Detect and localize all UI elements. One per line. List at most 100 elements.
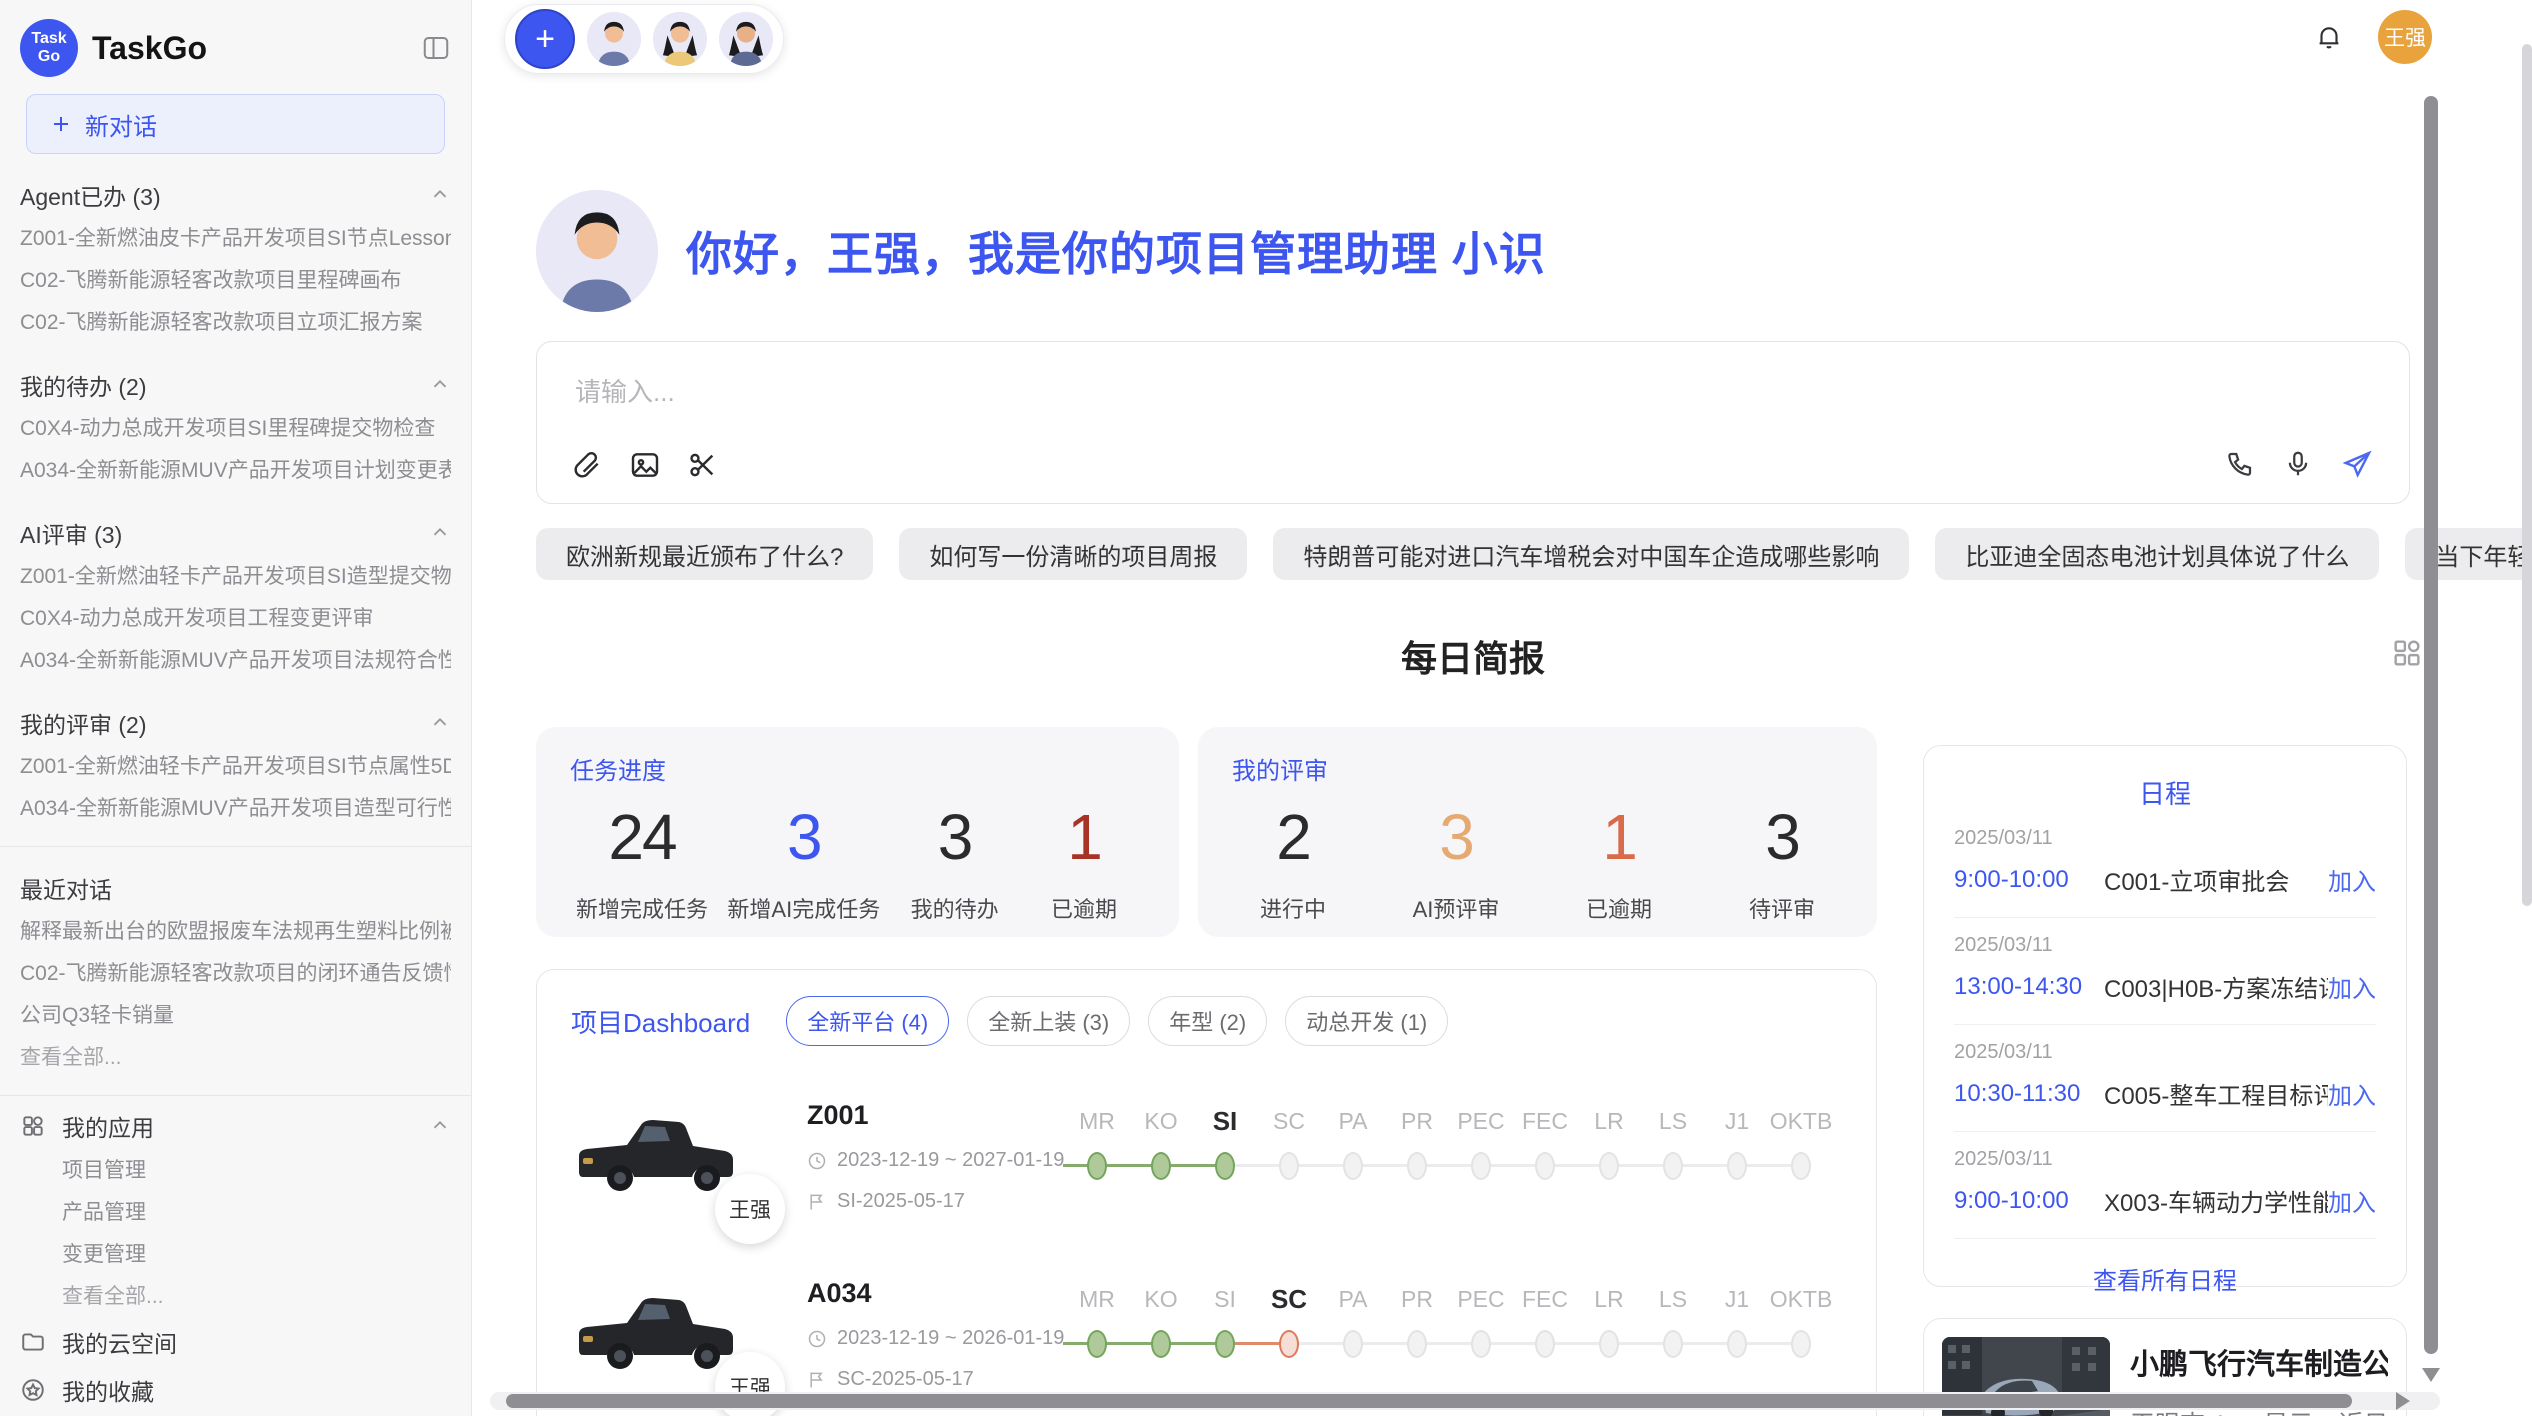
chevron-up-icon bbox=[429, 522, 451, 544]
section-label: 我的评审 (2) bbox=[20, 706, 429, 740]
sidebar-task-item[interactable]: C02-飞腾新能源轻客改款项目里程碑画布 bbox=[20, 260, 451, 302]
join-link[interactable]: 加入 bbox=[2328, 969, 2376, 1004]
sidebar-section-header[interactable]: AI评审 (3) bbox=[20, 510, 451, 556]
join-link[interactable]: 加入 bbox=[2328, 1076, 2376, 1111]
milestone-timeline: MRKOSISCPAPRPECFECLRLSJ1OKTB bbox=[1077, 1104, 1842, 1224]
microphone-icon[interactable] bbox=[2283, 449, 2315, 481]
chevron-up-icon bbox=[429, 712, 451, 734]
milestone-label: SI bbox=[1193, 1282, 1257, 1316]
layout-grid-icon[interactable] bbox=[2390, 636, 2424, 670]
milestone-node bbox=[1727, 1330, 1747, 1358]
project-flag: SI-2025-05-17 bbox=[807, 1190, 1077, 1213]
sidebar-section-header[interactable]: 我的待办 (2) bbox=[20, 362, 451, 408]
sidebar-task-item[interactable]: C02-飞腾新能源轻客改款项目立项汇报方案 bbox=[20, 302, 451, 344]
daily-brief-title: 每日简报 bbox=[536, 630, 2410, 682]
app-item[interactable]: 项目管理 bbox=[20, 1150, 451, 1192]
sidebar-task-item[interactable]: A034-全新新能源MUV产品开发项目法规符合性评审 bbox=[20, 640, 451, 682]
milestone-node bbox=[1599, 1330, 1619, 1358]
milestone-timeline: MRKOSISCPAPRPECFECLRLSJ1OKTB bbox=[1077, 1282, 1842, 1402]
sidebar-task-item[interactable]: Z001-全新燃油皮卡产品开发项目SI节点Lesson Learn报告 bbox=[20, 218, 451, 260]
sidebar-section-header[interactable]: Agent已办 (3) bbox=[20, 172, 451, 218]
new-chat-button[interactable]: 新对话 bbox=[26, 94, 445, 154]
agent-avatar-2[interactable] bbox=[653, 12, 707, 66]
timeline-segment bbox=[1617, 1342, 1665, 1345]
scroll-down-arrow[interactable] bbox=[2422, 1368, 2440, 1382]
project-row[interactable]: 王强A0342023-12-19 ~ 2026-01-19SC-2025-05-… bbox=[571, 1278, 1842, 1402]
user-avatar[interactable]: 王强 bbox=[2378, 10, 2432, 64]
sidebar-collapse-icon[interactable] bbox=[421, 33, 451, 63]
recent-chats-header: 最近对话 bbox=[20, 865, 451, 911]
sidebar-task-item[interactable]: A034-全新新能源MUV产品开发项目计划变更表编写 bbox=[20, 450, 451, 492]
apps-view-all[interactable]: 查看全部... bbox=[20, 1276, 451, 1318]
recent-view-all[interactable]: 查看全部... bbox=[20, 1037, 451, 1079]
notification-bell-icon[interactable] bbox=[2314, 22, 2344, 52]
milestone-label: J1 bbox=[1705, 1282, 1769, 1316]
view-all-schedule-link[interactable]: 查看所有日程 bbox=[1954, 1261, 2376, 1296]
sidebar-section-header[interactable]: 我的评审 (2) bbox=[20, 700, 451, 746]
schedule-title: 日程 bbox=[1954, 774, 2376, 811]
schedule-item: 2025/03/119:00-10:00X003-车辆动力学性能验...加入 bbox=[1954, 1132, 2376, 1239]
logo-line1: Task bbox=[31, 30, 66, 48]
sidebar: Task Go TaskGo 新对话 Agent已办 (3)Z001-全新燃油皮… bbox=[0, 0, 472, 1416]
scroll-right-arrow[interactable] bbox=[2396, 1392, 2410, 1410]
agent-avatar-3[interactable] bbox=[719, 12, 773, 66]
timeline-segment bbox=[1745, 1164, 1793, 1167]
stat-label: 新增完成任务 bbox=[576, 892, 708, 924]
stat-label: 已逾期 bbox=[1586, 892, 1652, 924]
join-link[interactable]: 加入 bbox=[2328, 862, 2376, 897]
window-scrollbar[interactable] bbox=[2522, 44, 2532, 906]
app-item[interactable]: 变更管理 bbox=[20, 1234, 451, 1276]
attachment-icon[interactable] bbox=[571, 449, 603, 481]
image-icon[interactable] bbox=[629, 449, 661, 481]
schedule-date: 2025/03/11 bbox=[1954, 1041, 2376, 1064]
timeline-segment bbox=[1553, 1342, 1601, 1345]
dashboard-filter-pill[interactable]: 全新上装 (3) bbox=[967, 996, 1130, 1046]
send-icon[interactable] bbox=[2341, 449, 2373, 481]
add-agent-button[interactable]: + bbox=[515, 9, 575, 69]
sidebar-item-favorites[interactable]: 我的收藏 bbox=[20, 1366, 451, 1414]
schedule-date: 2025/03/11 bbox=[1954, 934, 2376, 957]
recent-chat-item[interactable]: C02-飞腾新能源轻客改款项目的闭环通告反馈情况 bbox=[20, 953, 451, 995]
input-placeholder: 请输入... bbox=[575, 372, 675, 409]
sidebar-task-item[interactable]: Z001-全新燃油轻卡产品开发项目SI节点属性5D文件评审 bbox=[20, 746, 451, 788]
task-progress-card: 任务进度 24新增完成任务3新增AI完成任务3我的待办1已逾期 bbox=[536, 727, 1179, 937]
agent-avatar-1[interactable] bbox=[587, 12, 641, 66]
milestone-node bbox=[1407, 1330, 1427, 1358]
recent-chat-item[interactable]: 公司Q3轻卡销量 bbox=[20, 995, 451, 1037]
horizontal-scrollbar-thumb[interactable] bbox=[506, 1394, 2352, 1408]
milestone: PR bbox=[1385, 1282, 1449, 1358]
folder-icon bbox=[20, 1329, 46, 1355]
sidebar-task-item[interactable]: C0X4-动力总成开发项目工程变更评审 bbox=[20, 598, 451, 640]
app-item[interactable]: 产品管理 bbox=[20, 1192, 451, 1234]
schedule-name: C005-整车工程目标评审 bbox=[2104, 1076, 2328, 1111]
sidebar-item-my-apps[interactable]: 我的应用 bbox=[20, 1102, 451, 1150]
sidebar-item-cloud-space[interactable]: 我的云空间 bbox=[20, 1318, 451, 1366]
chevron-up-icon bbox=[429, 374, 451, 396]
suggestion-chip[interactable]: 比亚迪全固态电池计划具体说了什么 bbox=[1935, 528, 2379, 580]
dashboard-filter-pill[interactable]: 年型 (2) bbox=[1148, 996, 1267, 1046]
dashboard-filter-pill[interactable]: 动总开发 (1) bbox=[1285, 996, 1448, 1046]
join-link[interactable]: 加入 bbox=[2328, 1183, 2376, 1218]
milestone: LS bbox=[1641, 1104, 1705, 1180]
schedule-date: 2025/03/11 bbox=[1954, 1148, 2376, 1171]
milestone-label: LR bbox=[1577, 1282, 1641, 1316]
dashboard-filter-pill[interactable]: 全新平台 (4) bbox=[786, 996, 949, 1046]
message-input[interactable]: 请输入... bbox=[536, 341, 2410, 504]
schedule-line: 13:00-14:30C003|H0B-方案冻结评审加入 bbox=[1954, 969, 2376, 1004]
milestone: MR bbox=[1065, 1282, 1129, 1358]
stat-item: 24新增完成任务 bbox=[576, 800, 708, 924]
project-row[interactable]: 王强Z0012023-12-19 ~ 2027-01-19SI-2025-05-… bbox=[571, 1100, 1842, 1224]
horizontal-scrollbar-track[interactable] bbox=[490, 1392, 2440, 1410]
project-flag: SC-2025-05-17 bbox=[807, 1368, 1077, 1391]
sidebar-task-item[interactable]: Z001-全新燃油轻卡产品开发项目SI造型提交物评审 bbox=[20, 556, 451, 598]
suggestion-chip[interactable]: 特朗普可能对进口汽车增税会对中国车企造成哪些影响 bbox=[1273, 528, 1909, 580]
suggestion-chip[interactable]: 欧洲新规最近颁布了什么? bbox=[536, 528, 873, 580]
suggestion-chip[interactable]: 如何写一份清晰的项目周报 bbox=[899, 528, 1247, 580]
stat-label: 新增AI完成任务 bbox=[727, 892, 880, 924]
sidebar-task-item[interactable]: C0X4-动力总成开发项目SI里程碑提交物检查 bbox=[20, 408, 451, 450]
phone-icon[interactable] bbox=[2225, 449, 2257, 481]
vertical-scrollbar-thumb[interactable] bbox=[2424, 96, 2438, 1354]
scissors-icon[interactable] bbox=[687, 449, 719, 481]
recent-chat-item[interactable]: 解释最新出台的欧盟报废车法规再生塑料比例被调至15%... bbox=[20, 911, 451, 953]
sidebar-task-item[interactable]: A034-全新新能源MUV产品开发项目造型可行性评审 bbox=[20, 788, 451, 830]
